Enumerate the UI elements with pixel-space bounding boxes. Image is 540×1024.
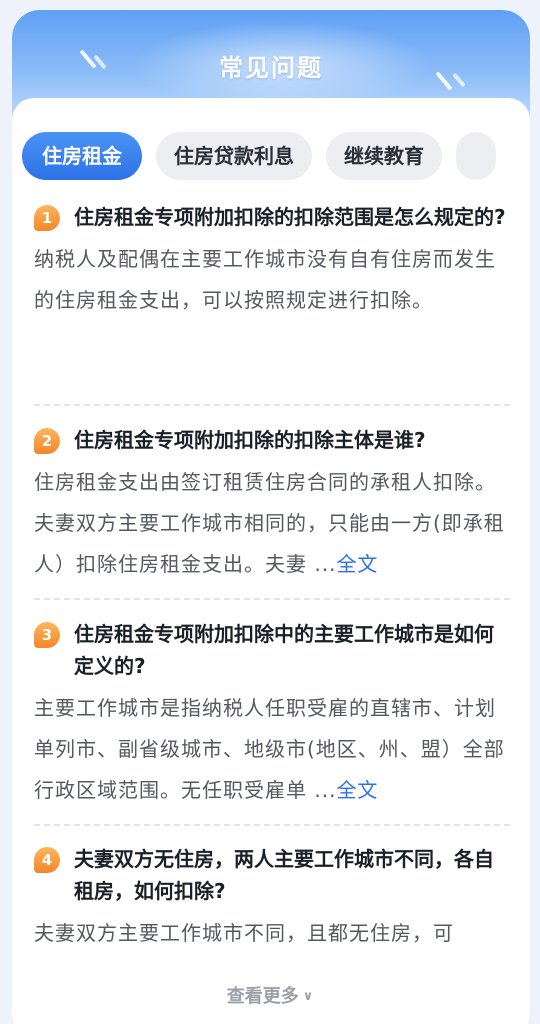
number-badge: 1 — [34, 205, 60, 231]
read-full-link[interactable]: 全文 — [336, 552, 378, 576]
tab-next[interactable] — [456, 132, 496, 180]
tab-rent[interactable]: 住房租金 — [22, 132, 142, 180]
faq-question: 住房租金专项附加扣除中的主要工作城市是如何定义的? — [74, 622, 494, 678]
number-badge: 3 — [34, 622, 60, 648]
divider — [34, 598, 510, 600]
category-tabs: 住房租金 住房贷款利息 继续教育 — [22, 132, 540, 182]
faq-answer: 主要工作城市是指纳税人任职受雇的直辖市、计划单列市、副省级城市、地级市(地区、州… — [34, 696, 505, 802]
tab-mortgage-interest[interactable]: 住房贷款利息 — [156, 132, 312, 180]
page-title: 常见问题 — [219, 54, 323, 82]
chevron-down-icon: ∨ — [302, 989, 314, 1004]
divider — [34, 824, 510, 826]
number-badge: 4 — [34, 847, 60, 873]
faq-answer: 纳税人及配偶在主要工作城市没有自有住房而发生的住房租金支出，可以按照规定进行扣除… — [34, 247, 496, 312]
faq-question: 住房租金专项附加扣除的扣除范围是怎么规定的? — [74, 205, 506, 229]
faq-question: 住房租金专项附加扣除的扣除主体是谁? — [74, 428, 426, 452]
faq-item[interactable]: 3 住房租金专项附加扣除中的主要工作城市是如何定义的? 主要工作城市是指纳税人任… — [34, 618, 512, 811]
read-full-link[interactable]: 全文 — [336, 778, 378, 802]
view-more-label: 查看更多 — [226, 986, 299, 1007]
faq-item[interactable]: 4 夫妻双方无住房，两人主要工作城市不同，各自租房，如何扣除? 夫妻双方主要工作… — [34, 843, 512, 961]
faq-item[interactable]: 2 住房租金专项附加扣除的扣除主体是谁? 住房租金支出由签订租赁住房合同的承租人… — [34, 424, 512, 585]
faq-question: 夫妻双方无住房，两人主要工作城市不同，各自租房，如何扣除? — [74, 847, 494, 903]
number-badge: 2 — [34, 428, 60, 454]
view-more-button[interactable]: 查看更多 ∨ — [0, 982, 540, 1008]
faq-answer: 夫妻双方主要工作城市不同，且都无住房，可 — [34, 921, 454, 945]
faq-answer: 住房租金支出由签订租赁住房合同的承租人扣除。夫妻双方主要工作城市相同的，只能由一… — [34, 470, 505, 576]
divider — [34, 404, 510, 406]
faq-item[interactable]: 1 住房租金专项附加扣除的扣除范围是怎么规定的? 纳税人及配偶在主要工作城市没有… — [34, 201, 512, 321]
tab-continuing-education[interactable]: 继续教育 — [326, 132, 442, 180]
